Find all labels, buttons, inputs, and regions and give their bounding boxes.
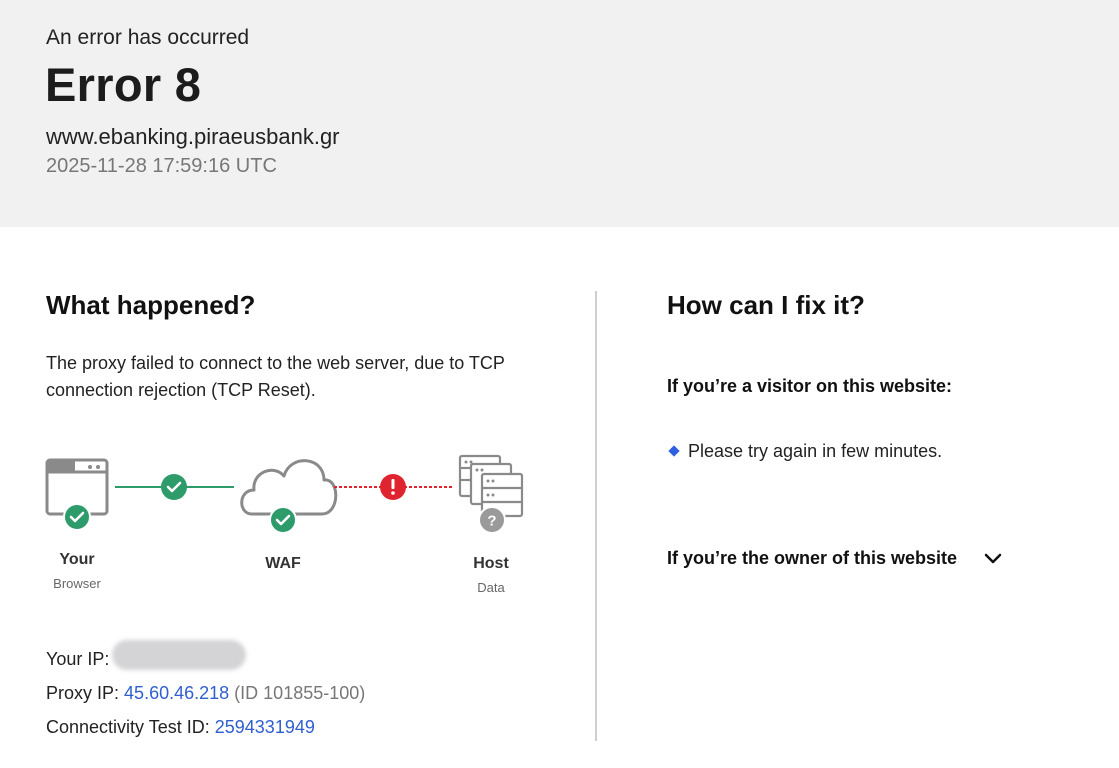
- browser-ok-icon: [63, 503, 91, 531]
- host-unknown-icon: ?: [478, 506, 506, 534]
- error-description: The proxy failed to connect to the web s…: [46, 353, 505, 400]
- test-id-link[interactable]: 2594331949: [215, 717, 315, 737]
- test-id-line: Connectivity Test ID: 2594331949: [46, 717, 315, 738]
- host-sublabel: Data: [477, 580, 505, 595]
- waf-label: WAF: [265, 555, 301, 572]
- error-domain: www.ebanking.piraeusbank.gr: [46, 124, 340, 149]
- cloud-icon: [240, 459, 338, 516]
- error-subtitle: An error has occurred: [46, 26, 250, 49]
- link-error-icon: [380, 474, 406, 500]
- what-happened-heading: What happened?: [46, 290, 256, 320]
- visitor-tip-text: Please try again in few minutes.: [688, 441, 943, 461]
- bullet-diamond-icon: [668, 445, 680, 457]
- browser-label: Your: [59, 551, 95, 568]
- svg-text:?: ?: [487, 513, 496, 530]
- error-header: An error has occurred Error 8 www.ebanki…: [0, 0, 1119, 227]
- connection-diagram: ? Your Browser WAF Host Data: [40, 450, 540, 600]
- proxy-id: (ID 101855-100): [234, 683, 366, 703]
- test-id-label: Connectivity Test ID:: [46, 717, 210, 737]
- visitor-tip: Please try again in few minutes.: [668, 441, 943, 462]
- browser-sublabel: Browser: [53, 576, 101, 591]
- visitor-heading: If you’re a visitor on this website:: [667, 376, 953, 396]
- redacted-ip: [112, 640, 246, 670]
- error-timestamp: 2025-11-28 17:59:16 UTC: [46, 155, 277, 177]
- owner-heading[interactable]: If you’re the owner of this website: [667, 548, 957, 569]
- error-title: Error 8: [45, 58, 202, 111]
- waf-ok-icon: [269, 506, 297, 534]
- host-label: Host: [473, 555, 509, 572]
- proxy-ip-link[interactable]: 45.60.46.218: [124, 683, 229, 703]
- column-divider: [595, 291, 597, 741]
- proxy-ip-line: Proxy IP: 45.60.46.218 (ID 101855-100): [46, 683, 365, 704]
- link-ok-icon: [161, 474, 187, 500]
- proxy-ip-label: Proxy IP:: [46, 683, 120, 703]
- chevron-down-icon[interactable]: [983, 551, 1003, 572]
- your-ip-line: Your IP:: [46, 649, 109, 670]
- your-ip-label: Your IP:: [46, 649, 110, 669]
- how-to-fix-heading: How can I fix it?: [667, 290, 865, 320]
